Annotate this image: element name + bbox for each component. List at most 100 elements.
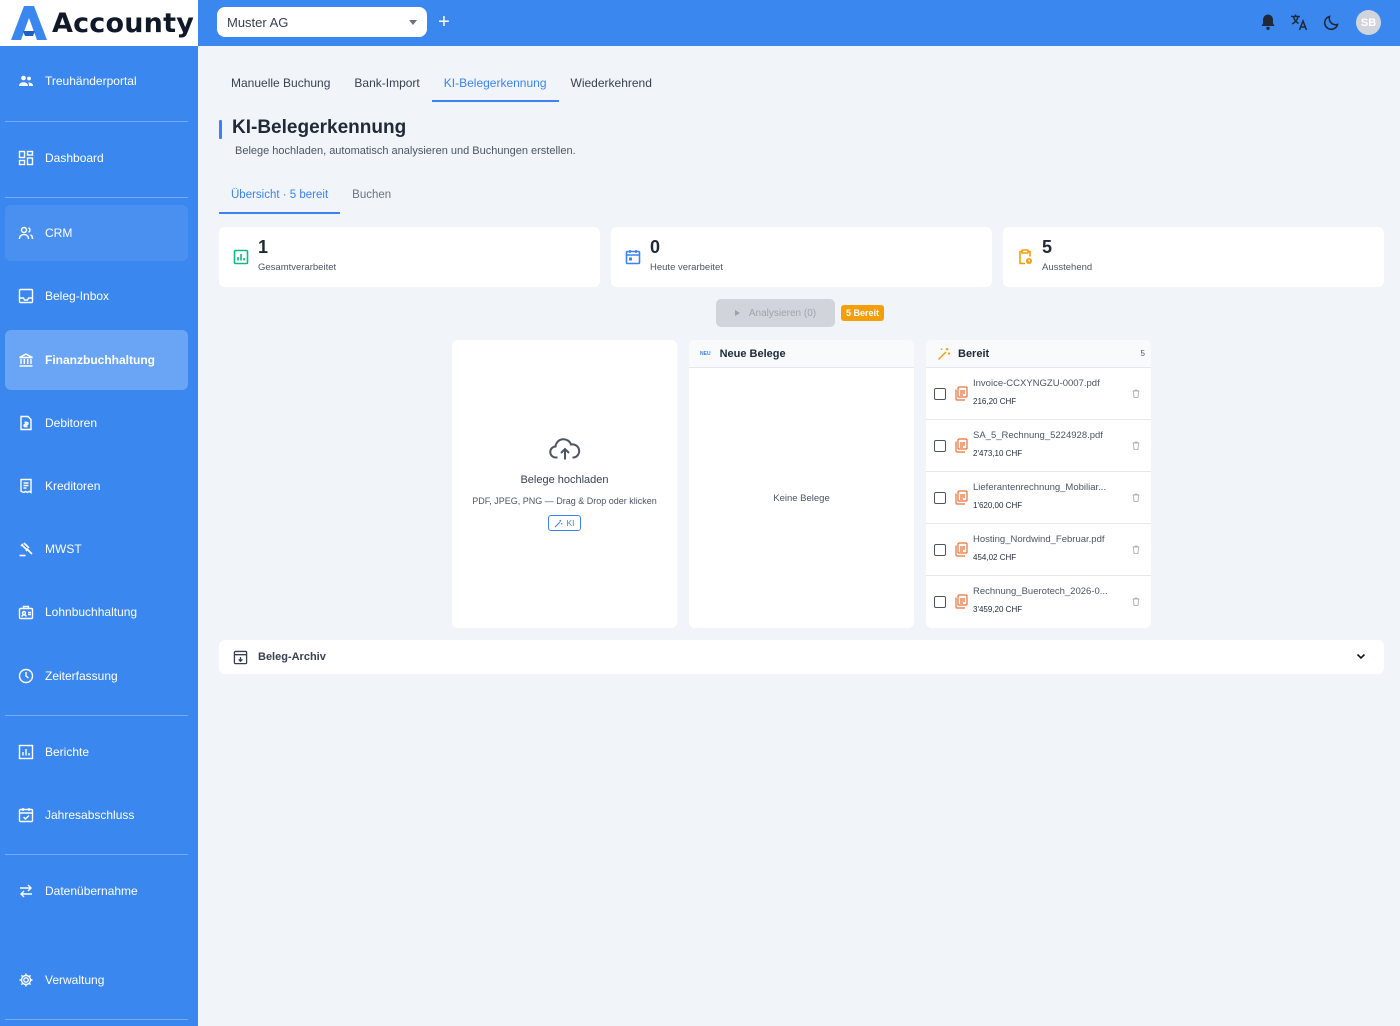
sidebar-item-label: Verwaltung bbox=[45, 973, 105, 987]
cloud-upload-icon bbox=[549, 438, 581, 460]
analyze-button[interactable]: Analysieren (0) bbox=[716, 299, 835, 327]
sidebar-item-label: Berichte bbox=[45, 745, 90, 759]
sidebar-item-lohnbuchhaltung[interactable]: Lohnbuchhaltung bbox=[5, 584, 188, 640]
trash-icon[interactable] bbox=[1132, 389, 1140, 398]
sidebar-item-kreditoren[interactable]: Kreditoren bbox=[5, 458, 188, 514]
sidebar-item-jahresabschluss[interactable]: Jahresabschluss bbox=[5, 787, 188, 843]
subtab-bar: Übersicht · 5 bereit Buchen bbox=[219, 177, 403, 214]
new-docs-column: NEU Neue Belege Keine Belege bbox=[689, 340, 914, 628]
sidebar-item-beleg-inbox[interactable]: Beleg-Inbox bbox=[5, 268, 188, 324]
sidebar-item-label: Lohnbuchhaltung bbox=[45, 605, 138, 619]
transfer-icon bbox=[20, 884, 32, 898]
avatar[interactable]: SB bbox=[1356, 10, 1381, 35]
list-item[interactable]: Invoice-CCXYNGZU-0007.pdf 216,20 CHF bbox=[926, 368, 1151, 420]
calendar-icon bbox=[625, 250, 641, 265]
sidebar-item-berichte[interactable]: Berichte bbox=[5, 724, 188, 780]
tab-wiederkehrend[interactable]: Wiederkehrend bbox=[559, 64, 664, 102]
company-select[interactable]: Muster AG bbox=[217, 7, 427, 37]
trash-icon[interactable] bbox=[1132, 441, 1140, 450]
sidebar-item-label: Zeiterfassung bbox=[45, 669, 118, 683]
sidebar-item-datenuebernahme[interactable]: Datenübernahme bbox=[5, 863, 188, 919]
file-amount: 3'459,20 CHF bbox=[973, 605, 1023, 614]
sidebar-item-label: Dashboard bbox=[45, 151, 104, 165]
stat-value: 0 bbox=[650, 237, 661, 257]
app-name: Accounty bbox=[52, 7, 195, 39]
translate-icon[interactable] bbox=[1289, 12, 1309, 32]
sidebar-item-mwst[interactable]: MWST bbox=[5, 521, 188, 577]
users-icon bbox=[19, 75, 33, 86]
title-accent bbox=[219, 120, 222, 139]
upload-dropzone[interactable]: Belege hochladen PDF, JPEG, PNG — Drag &… bbox=[452, 340, 677, 628]
upload-hint: PDF, JPEG, PNG — Drag & Drop oder klicke… bbox=[472, 496, 657, 506]
gavel-icon bbox=[19, 542, 33, 557]
select-checkbox[interactable] bbox=[934, 492, 946, 504]
list-item[interactable]: Rechnung_Buerotech_2026-0... 3'459,20 CH… bbox=[926, 576, 1151, 628]
stat-label: Ausstehend bbox=[1042, 262, 1093, 273]
list-item[interactable]: SA_5_Rechnung_5224928.pdf 2'473,10 CHF bbox=[926, 420, 1151, 472]
ki-badge: KI bbox=[548, 515, 581, 531]
file-name: Lieferantenrechnung_Mobiliar... bbox=[973, 482, 1107, 493]
page-title: KI-Belegerkennung bbox=[232, 117, 407, 138]
sidebar-item-label: Kreditoren bbox=[45, 479, 101, 493]
bell-icon[interactable] bbox=[1258, 12, 1278, 32]
file-name: SA_5_Rechnung_5224928.pdf bbox=[973, 430, 1103, 441]
receipt-icon bbox=[20, 478, 32, 494]
file-name: Invoice-CCXYNGZU-0007.pdf bbox=[973, 378, 1100, 389]
tab-ki-belegerkennung[interactable]: KI-Belegerkennung bbox=[431, 64, 559, 102]
clock-icon bbox=[18, 668, 34, 684]
select-checkbox[interactable] bbox=[934, 596, 946, 608]
select-checkbox[interactable] bbox=[934, 544, 946, 556]
upload-title: Belege hochladen bbox=[520, 474, 609, 486]
trash-icon[interactable] bbox=[1132, 597, 1140, 606]
select-checkbox[interactable] bbox=[934, 388, 946, 400]
add-company-button[interactable]: + bbox=[434, 11, 454, 33]
file-amount: 454,02 CHF bbox=[973, 553, 1017, 562]
new-docs-title: Neue Belege bbox=[719, 347, 786, 360]
topbar: Muster AG + SB bbox=[198, 0, 1400, 46]
company-select-value: Muster AG bbox=[227, 14, 289, 30]
file-name: Hosting_Nordwind_Februar.pdf bbox=[973, 534, 1105, 545]
analyze-button-label: Analysieren (0) bbox=[748, 307, 817, 319]
dark-mode-icon[interactable] bbox=[1322, 12, 1342, 32]
trash-icon[interactable] bbox=[1132, 493, 1140, 502]
select-checkbox[interactable] bbox=[934, 440, 946, 452]
sidebar-item-finanzbuchhaltung[interactable]: Finanzbuchhaltung bbox=[5, 330, 188, 390]
subtab-buchen[interactable]: Buchen bbox=[340, 177, 403, 214]
sidebar-item-label: Debitoren bbox=[45, 416, 98, 430]
sidebar: Accounty Treuhänderportal Dashboard CRM … bbox=[0, 0, 198, 1026]
ready-badge: 5 Bereit bbox=[841, 305, 885, 321]
ki-badge-label: KI bbox=[566, 518, 575, 528]
gear-icon bbox=[19, 973, 33, 987]
chart-icon bbox=[233, 249, 249, 265]
ready-docs-column: Bereit 5 Invoice-CCXYNGZU-0007.pdf 216,2… bbox=[926, 340, 1151, 628]
sidebar-item-treuhaenderportal[interactable]: Treuhänderportal bbox=[5, 53, 188, 109]
chevron-down-icon bbox=[1356, 653, 1366, 660]
archive-title: Beleg-Archiv bbox=[258, 651, 326, 663]
magic-wand-icon bbox=[938, 347, 950, 360]
stat-card-today: 0 Heute verarbeitet bbox=[611, 227, 992, 287]
stat-label: Gesamtverarbeitet bbox=[258, 262, 337, 273]
trash-icon[interactable] bbox=[1132, 545, 1140, 554]
archive-icon bbox=[233, 650, 248, 664]
beleg-archiv-accordion[interactable]: Beleg-Archiv bbox=[219, 640, 1384, 674]
sidebar-item-label: Finanzbuchhaltung bbox=[45, 353, 155, 367]
pdf-file-icon bbox=[955, 490, 968, 505]
list-item[interactable]: Lieferantenrechnung_Mobiliar... 1'620,00… bbox=[926, 472, 1151, 524]
sidebar-item-debitoren[interactable]: Debitoren bbox=[5, 395, 188, 451]
tab-manuelle-buchung[interactable]: Manuelle Buchung bbox=[219, 64, 342, 102]
sidebar-item-zeiterfassung[interactable]: Zeiterfassung bbox=[5, 648, 188, 704]
tab-bank-import[interactable]: Bank-Import bbox=[342, 64, 431, 102]
sidebar-item-crm[interactable]: CRM bbox=[5, 205, 188, 261]
list-item[interactable]: Hosting_Nordwind_Februar.pdf 454,02 CHF bbox=[926, 524, 1151, 576]
divider bbox=[5, 121, 188, 122]
sidebar-item-label: Datenübernahme bbox=[45, 884, 138, 898]
sidebar-item-verwaltung[interactable]: Verwaltung bbox=[5, 952, 188, 1008]
logo[interactable]: Accounty bbox=[0, 0, 198, 46]
payroll-icon bbox=[18, 605, 34, 620]
empty-state: Keine Belege bbox=[773, 493, 830, 504]
subtab-uebersicht[interactable]: Übersicht · 5 bereit bbox=[219, 177, 341, 214]
pdf-file-icon bbox=[955, 438, 968, 453]
bank-icon bbox=[19, 353, 33, 367]
sidebar-item-dashboard[interactable]: Dashboard bbox=[5, 130, 188, 186]
play-icon bbox=[734, 310, 740, 316]
